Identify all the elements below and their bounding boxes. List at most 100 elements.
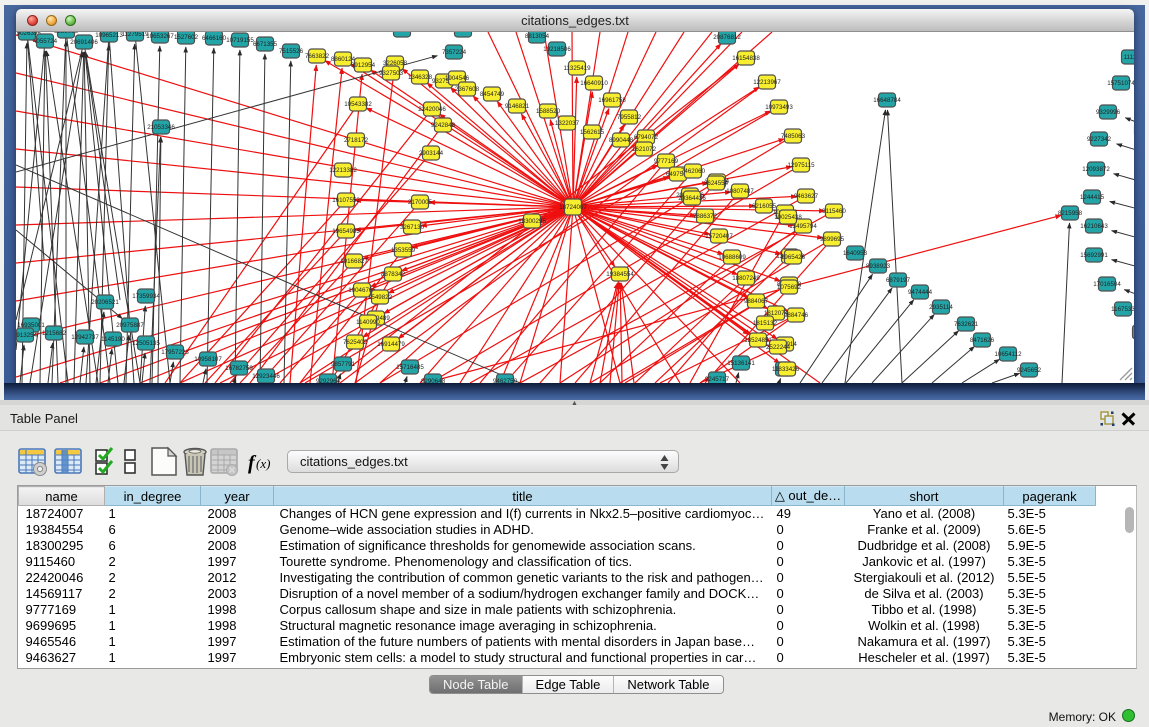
svg-text:7663822: 7663822 xyxy=(305,53,330,60)
svg-text:1322037: 1322037 xyxy=(555,120,580,127)
svg-text:1346328: 1346328 xyxy=(408,74,433,81)
svg-text:18724007: 18724007 xyxy=(559,204,587,211)
svg-text:15692991: 15692991 xyxy=(1080,252,1108,259)
svg-text:10973493: 10973493 xyxy=(765,104,793,111)
svg-text:20876812: 20876812 xyxy=(713,34,741,41)
svg-text:8878342: 8878342 xyxy=(381,271,406,278)
svg-text:10719155: 10719155 xyxy=(226,37,254,44)
svg-text:1112: 1112 xyxy=(1124,54,1134,61)
svg-text:20691406: 20691406 xyxy=(70,39,98,46)
svg-text:8471626: 8471626 xyxy=(970,337,995,344)
svg-text:22420046: 22420046 xyxy=(418,106,446,113)
svg-text:10965213: 10965213 xyxy=(95,32,123,39)
svg-text:19384554: 19384554 xyxy=(606,271,634,278)
svg-text:9463627: 9463627 xyxy=(794,193,819,200)
svg-text:9245717: 9245717 xyxy=(705,376,730,383)
svg-text:12975115: 12975115 xyxy=(787,162,815,169)
svg-text:9115460: 9115460 xyxy=(822,208,846,215)
svg-text:10025438: 10025438 xyxy=(774,214,802,221)
svg-text:7955812: 7955812 xyxy=(617,114,642,121)
svg-text:12093872: 12093872 xyxy=(1082,166,1110,173)
svg-text:19166827: 19166827 xyxy=(340,258,368,265)
svg-text:19654983: 19654983 xyxy=(332,228,360,235)
svg-text:1549822: 1549822 xyxy=(368,294,393,301)
svg-text:10653267: 10653267 xyxy=(146,33,174,40)
svg-text:9482752: 9482752 xyxy=(451,32,476,34)
svg-text:7462060: 7462060 xyxy=(681,168,706,175)
svg-text:8215958: 8215958 xyxy=(1058,210,1083,217)
svg-text:1562615: 1562615 xyxy=(580,129,605,136)
svg-text:7357224: 7357224 xyxy=(442,49,467,56)
svg-text:10807487: 10807487 xyxy=(726,188,754,195)
svg-text:8454749: 8454749 xyxy=(480,91,505,98)
svg-text:9899695: 9899695 xyxy=(820,236,845,243)
svg-text:1527602: 1527602 xyxy=(174,34,199,41)
svg-text:2903144: 2903144 xyxy=(419,150,444,157)
svg-text:16914479: 16914479 xyxy=(377,341,405,348)
svg-text:4055724: 4055724 xyxy=(33,38,58,45)
svg-text:8990448: 8990448 xyxy=(609,137,634,144)
svg-text:7515526: 7515526 xyxy=(279,48,304,55)
svg-text:6466160: 6466160 xyxy=(202,35,227,42)
svg-text:9329996: 9329996 xyxy=(1096,109,1121,116)
svg-text:17957223: 17957223 xyxy=(161,349,189,356)
svg-text:1353559: 1353559 xyxy=(391,247,416,254)
svg-text:1904546: 1904546 xyxy=(445,75,470,82)
svg-text:11279519: 11279519 xyxy=(121,32,149,38)
svg-text:12213967: 12213967 xyxy=(753,79,781,86)
svg-text:16154838: 16154838 xyxy=(732,55,760,62)
svg-text:8912954: 8912954 xyxy=(351,62,376,69)
svg-text:10543382: 10543382 xyxy=(344,101,372,108)
svg-text:16961758: 16961758 xyxy=(598,97,626,104)
svg-text:10688609: 10688609 xyxy=(718,254,746,261)
svg-text:1140990: 1140990 xyxy=(356,319,380,326)
svg-text:9327503: 9327503 xyxy=(379,70,404,77)
svg-text:19218506: 19218506 xyxy=(543,46,571,53)
svg-text:3624554: 3624554 xyxy=(704,180,729,187)
svg-text:1167533: 1167533 xyxy=(1111,306,1134,313)
svg-text:9245652: 9245652 xyxy=(1017,367,1042,374)
svg-text:16782759: 16782759 xyxy=(225,365,253,372)
svg-text:12213382: 12213382 xyxy=(329,167,357,174)
svg-text:9146821: 9146821 xyxy=(505,103,530,110)
svg-text:20975887: 20975887 xyxy=(116,322,144,329)
svg-text:20364436: 20364436 xyxy=(678,195,706,202)
svg-text:9777169: 9777169 xyxy=(654,158,679,165)
svg-text:7625402: 7625402 xyxy=(343,339,368,346)
svg-text:9857791: 9857791 xyxy=(331,361,356,368)
svg-text:15716485: 15716485 xyxy=(396,364,424,371)
svg-text:1145190: 1145190 xyxy=(101,336,125,343)
svg-text:8813054: 8813054 xyxy=(525,33,550,40)
svg-text:13524851: 13524851 xyxy=(744,337,772,344)
svg-text:12942737: 12942737 xyxy=(71,334,99,341)
svg-text:1075692: 1075692 xyxy=(777,284,802,291)
svg-text:1215682: 1215682 xyxy=(42,330,67,337)
svg-text:3267130: 3267130 xyxy=(400,224,425,231)
svg-text:18300295: 18300295 xyxy=(518,218,546,225)
svg-text:2935114: 2935114 xyxy=(929,304,953,311)
svg-text:2718172: 2718172 xyxy=(344,137,369,144)
svg-text:9884067: 9884067 xyxy=(744,298,769,305)
svg-text:7485063: 7485063 xyxy=(781,133,806,140)
svg-text:18807249: 18807249 xyxy=(732,275,760,282)
svg-text:1621072: 1621072 xyxy=(632,146,657,153)
svg-text:10654112: 10654112 xyxy=(994,351,1022,358)
svg-text:7886372: 7886372 xyxy=(693,213,718,220)
svg-text:15751074: 15751074 xyxy=(1107,80,1134,87)
svg-text:16033809: 16033809 xyxy=(388,32,416,34)
svg-text:1588520: 1588520 xyxy=(536,108,561,115)
svg-text:1640953: 1640953 xyxy=(843,250,868,257)
svg-text:20206521: 20206521 xyxy=(91,299,119,306)
svg-text:16210643: 16210643 xyxy=(1080,223,1108,230)
svg-text:6216055: 6216055 xyxy=(752,203,777,210)
svg-text:16107552: 16107552 xyxy=(332,197,360,204)
svg-text:3913254: 3913254 xyxy=(16,332,38,339)
svg-text:2170005: 2170005 xyxy=(408,199,433,206)
svg-text:17016504: 17016504 xyxy=(1093,281,1121,288)
svg-text:1833426: 1833426 xyxy=(775,366,800,373)
svg-text:1965426: 1965426 xyxy=(781,254,806,261)
svg-text:9227342: 9227342 xyxy=(1087,136,1112,143)
svg-text:6879197: 6879197 xyxy=(886,277,911,284)
svg-text:9474444: 9474444 xyxy=(908,289,933,296)
svg-text:(x): (x) xyxy=(256,456,270,471)
